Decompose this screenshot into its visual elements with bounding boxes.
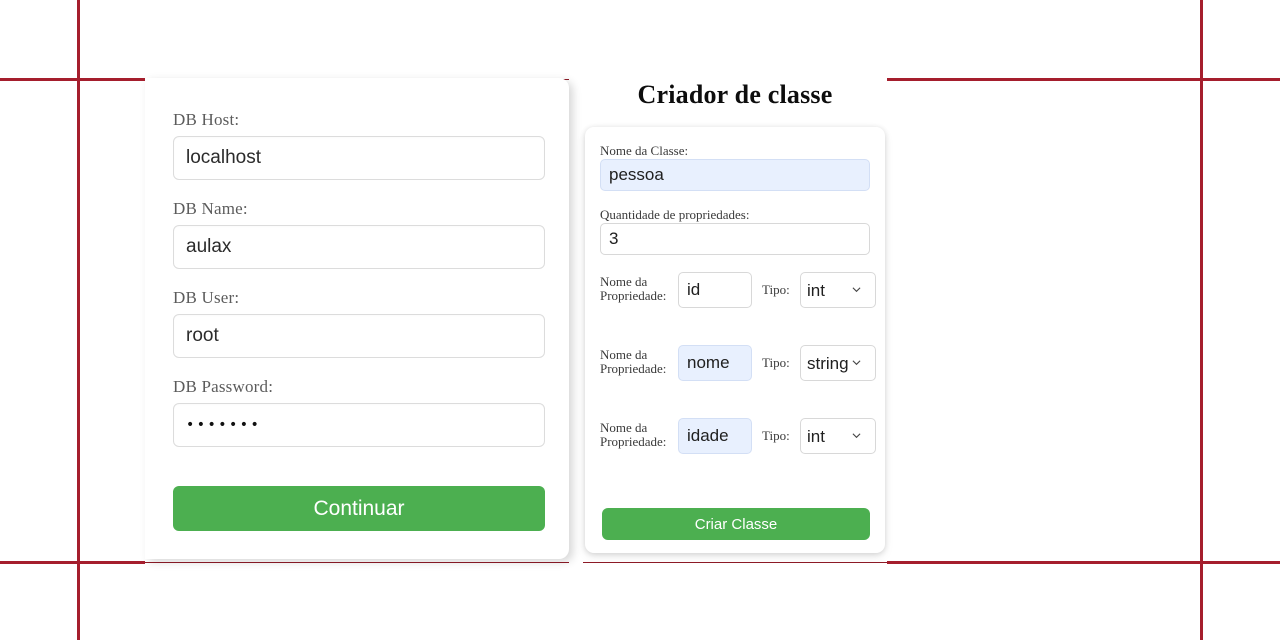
class-creator-card: Nome da Classe: Quantidade de propriedad… <box>585 127 885 553</box>
db-name-field-group: DB Name: <box>173 199 545 269</box>
property-row: Nome da Propriedade: Tipo: string <box>600 345 876 381</box>
guide-line-top-left <box>0 78 145 81</box>
guide-line-bottom-behind-left-panel <box>145 562 569 563</box>
screen: DB Host: DB Name: DB User: DB Password: … <box>0 0 1280 640</box>
continue-button[interactable]: Continuar <box>173 486 545 531</box>
guide-line-vertical-right <box>1200 0 1203 640</box>
property-row: Nome da Propriedade: Tipo: int <box>600 418 876 454</box>
property-name-input[interactable] <box>678 345 752 381</box>
db-host-label: DB Host: <box>173 110 240 129</box>
property-name-input[interactable] <box>678 272 752 308</box>
guide-line-bottom-behind-right-panel <box>583 562 887 563</box>
db-host-field-group: DB Host: <box>173 110 545 180</box>
db-name-label: DB Name: <box>173 199 248 218</box>
db-user-field-group: DB User: <box>173 288 545 358</box>
class-name-label: Nome da Classe: <box>600 143 689 158</box>
property-type-select[interactable]: int <box>800 418 876 454</box>
property-name-label: Nome da Propriedade: <box>600 420 667 449</box>
guide-line-bottom-right <box>887 561 1280 564</box>
db-password-input[interactable] <box>173 403 545 447</box>
db-user-input[interactable] <box>173 314 545 358</box>
property-type-select[interactable]: string <box>800 345 876 381</box>
class-name-input[interactable] <box>600 159 870 191</box>
property-count-input[interactable] <box>600 223 870 255</box>
db-host-input[interactable] <box>173 136 545 180</box>
property-type-label: Tipo: <box>762 355 790 370</box>
property-type-label: Tipo: <box>762 282 790 297</box>
guide-line-bottom-left <box>0 561 145 564</box>
property-type-select[interactable]: int <box>800 272 876 308</box>
db-password-label: DB Password: <box>173 377 274 396</box>
db-password-field-group: DB Password: <box>173 377 545 447</box>
db-name-input[interactable] <box>173 225 545 269</box>
guide-line-top-right <box>887 78 1280 81</box>
db-user-label: DB User: <box>173 288 240 307</box>
property-row: Nome da Propriedade: Tipo: int <box>600 272 876 308</box>
property-name-label: Nome da Propriedade: <box>600 347 667 376</box>
create-class-button[interactable]: Criar Classe <box>602 508 870 540</box>
class-creator-panel: Criador de classe Nome da Classe: Quanti… <box>583 0 887 560</box>
guide-line-vertical-left <box>77 0 80 640</box>
property-type-label: Tipo: <box>762 428 790 443</box>
page-title: Criador de classe <box>637 80 833 109</box>
property-name-label: Nome da Propriedade: <box>600 274 667 303</box>
property-name-input[interactable] <box>678 418 752 454</box>
property-count-label: Quantidade de propriedades: <box>600 207 750 222</box>
